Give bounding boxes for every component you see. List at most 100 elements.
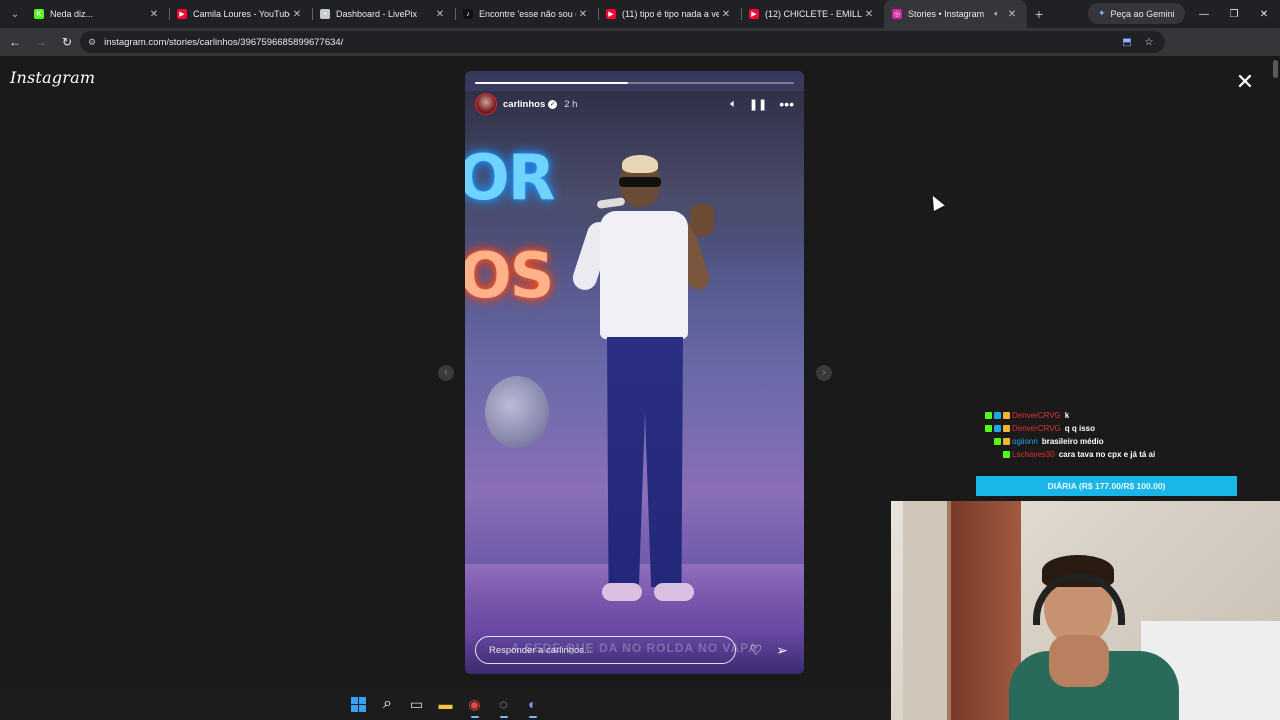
tab-close-icon[interactable]: ✕ (576, 9, 590, 20)
tab-title: Neda diz... (50, 9, 94, 19)
tab-close-icon[interactable]: ✕ (862, 9, 876, 20)
streamer-webcam (891, 501, 1280, 720)
close-window-button[interactable]: ✕ (1248, 0, 1280, 28)
chat-message: DenverCRVG q q isso (985, 422, 1245, 435)
chat-badge-icon (994, 412, 1001, 419)
next-story-button[interactable]: › (816, 365, 832, 381)
tab-favicon-icon: ◎ (892, 9, 902, 19)
clock-app-taskbar-button[interactable]: ◌ (490, 690, 518, 718)
tab-search-button[interactable]: ⌄ (4, 3, 26, 25)
gemini-label: Peça ao Gemini (1110, 8, 1175, 19)
tab-title: Stories • Instagram (908, 9, 985, 19)
tab-strip: K Neda diz... ✕ ▶ Camila Loures - YouTube ✕ • D… (26, 0, 1027, 28)
restore-icon: ❐ (1229, 8, 1239, 20)
chat-message: DenverCRVG k (985, 409, 1245, 422)
chat-text: q q isso (1064, 424, 1095, 433)
close-stories-button[interactable]: ✕ (1233, 70, 1257, 94)
volume-icon[interactable]: 🔈︎ (730, 98, 737, 111)
reply-input[interactable] (475, 636, 736, 664)
donation-goal-bar: DIÁRIA (R$ 177.00/R$ 100.00) (976, 476, 1237, 496)
singer-shirt (600, 211, 688, 339)
story-viewer[interactable]: OR OS A SEDE QUE DA NO ROLDA NO VAPA car… (465, 71, 804, 674)
chevron-down-icon: ⌄ (10, 8, 20, 20)
microphone (596, 197, 626, 209)
tab-favicon-icon: • (320, 9, 330, 19)
singer-sunglasses (619, 177, 661, 187)
address-bar[interactable]: ⚙ instagram.com/stories/carlinhos/396759… (80, 31, 1165, 53)
minimize-button[interactable]: — (1188, 0, 1220, 28)
url-text: instagram.com/stories/carlinhos/39675966… (104, 36, 344, 48)
chat-badge-icon (1003, 451, 1010, 458)
chat-message: ogiionn brasileiro médio (985, 435, 1245, 448)
chat-message: Lschaves30 cara tava no cpx e já tá ai (985, 448, 1245, 461)
reload-button[interactable]: ↻ (55, 30, 79, 54)
back-button[interactable]: ← (3, 30, 27, 54)
plus-icon: + (1034, 6, 1044, 22)
start-button[interactable] (345, 690, 373, 718)
taskbar-search-button[interactable]: ⌕ (374, 690, 402, 718)
browser-tab[interactable]: ▶ Camila Loures - YouTube ✕ (169, 0, 312, 28)
discord-taskbar-button[interactable]: ◐ (519, 690, 547, 718)
browser-tab[interactable]: ▶ (11) tipo é tipo nada a ver ✕ (598, 0, 741, 28)
story-controls: 🔈︎ ❚❚ ••• (730, 96, 794, 112)
heart-icon: ♡ (749, 641, 763, 658)
story-time: 2 h (564, 98, 578, 110)
install-app-icon[interactable]: ⬒ (1119, 34, 1135, 50)
chat-text: k (1064, 411, 1070, 420)
forward-button[interactable]: → (29, 30, 53, 54)
chat-username: ogiionn (1012, 437, 1038, 446)
tab-title: (11) tipo é tipo nada a ver (622, 9, 719, 19)
chat-username: DenverCRVG (1012, 411, 1061, 420)
bookmark-star-icon[interactable]: ☆ (1141, 34, 1157, 50)
tab-title: (12) CHICLETE - EMILLY VIC (765, 9, 862, 19)
satellite-dish (485, 376, 549, 448)
stream-chat: DenverCRVG k DenverCRVG q q isso ogiionn bras… (985, 409, 1245, 461)
windows-taskbar: ⌕ ▭ ▬ ◉ ◌ ◐ (0, 688, 891, 720)
discord-icon: ◐ (528, 696, 537, 712)
story-avatar[interactable] (475, 93, 497, 115)
singer-left-shoe (602, 583, 642, 601)
tab-close-icon[interactable]: ✕ (147, 9, 161, 20)
tab-close-icon[interactable]: ✕ (290, 9, 304, 20)
gemini-button[interactable]: ✦ Peça ao Gemini (1088, 3, 1185, 24)
pause-icon[interactable]: ❚❚ (749, 98, 767, 111)
streamer-hand (1049, 635, 1109, 687)
browser-tab[interactable]: • Dashboard - LivePix ✕ (312, 0, 455, 28)
new-tab-button[interactable]: + (1027, 6, 1051, 22)
browser-tab[interactable]: K Neda diz... ✕ (26, 0, 169, 28)
chat-text: cara tava no cpx e já tá ai (1058, 450, 1156, 459)
chat-badge-icon (1003, 412, 1010, 419)
verified-badge-icon: ✓ (548, 99, 558, 109)
browser-tab[interactable]: ◎ Stories • Instagram 🔈︎ ✕ (884, 0, 1027, 28)
story-username[interactable]: carlinhos (503, 99, 545, 110)
scrollbar-thumb[interactable] (1273, 60, 1278, 78)
previous-story-button[interactable]: ‹ (438, 365, 454, 381)
browser-tab[interactable]: ♪ Encontre 'esse não sou eu n✕ (455, 0, 598, 28)
browser-tab[interactable]: ▶ (12) CHICLETE - EMILLY VIC✕ (741, 0, 884, 28)
restore-button[interactable]: ❐ (1218, 0, 1250, 28)
chat-badge-icon (985, 412, 992, 419)
tab-close-icon[interactable]: ✕ (1005, 9, 1019, 20)
singer-right-shoe (654, 583, 694, 601)
close-icon: ✕ (1235, 69, 1255, 94)
tab-close-icon[interactable]: ✕ (433, 9, 447, 20)
more-options-icon[interactable]: ••• (779, 96, 794, 112)
chat-badge-icon (994, 438, 1001, 445)
tab-audio-icon[interactable]: 🔈︎ (994, 9, 999, 19)
chevron-right-icon: › (822, 367, 826, 378)
file-explorer-button[interactable]: ▬ (432, 690, 460, 718)
tab-bar: ⌄ K Neda diz... ✕ ▶ Camila Loures - YouTube ✕… (0, 0, 1280, 28)
task-view-button[interactable]: ▭ (403, 690, 431, 718)
share-button[interactable]: ➢ (770, 638, 794, 662)
tab-favicon-icon: ▶ (749, 9, 759, 19)
chat-badge-icon (985, 425, 992, 432)
close-icon: ✕ (1259, 8, 1269, 20)
like-button[interactable]: ♡ (744, 638, 768, 662)
instagram-logo[interactable]: Instagram (10, 68, 95, 87)
site-info-icon[interactable]: ⚙ (88, 37, 96, 48)
singer-figure (562, 155, 714, 649)
tab-close-icon[interactable]: ✕ (719, 9, 733, 20)
story-progress-fill (475, 82, 629, 84)
chrome-taskbar-button[interactable]: ◉ (461, 690, 489, 718)
chat-username: DenverCRVG (1012, 424, 1061, 433)
